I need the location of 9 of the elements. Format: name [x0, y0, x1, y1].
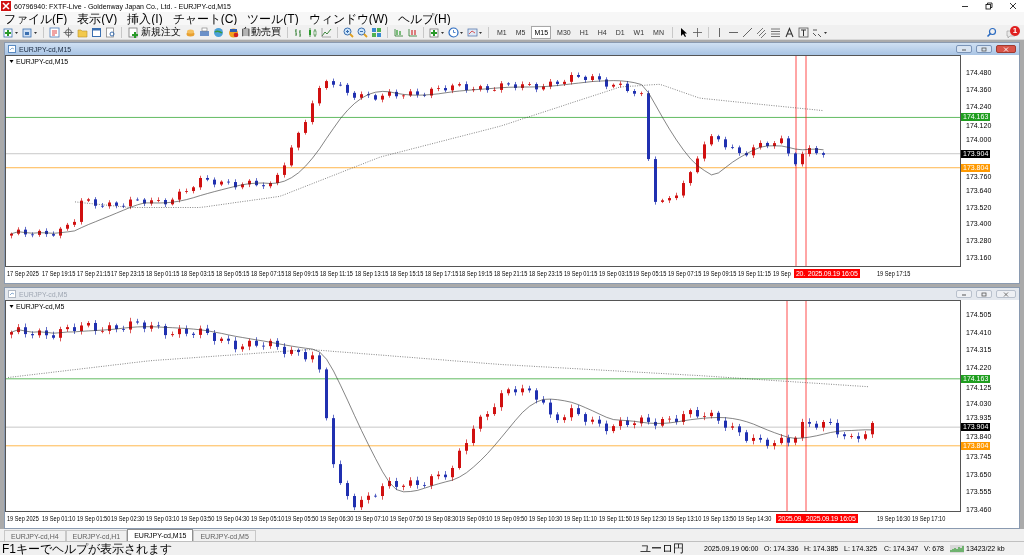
- menu-item[interactable]: ヘルプ(H): [397, 12, 452, 25]
- menu-item[interactable]: ファイル(F): [3, 12, 69, 25]
- status-help-text: F1キーでヘルプが表示されます: [1, 542, 173, 555]
- menu-item[interactable]: ウィンドウ(W): [307, 12, 389, 25]
- menu-item[interactable]: チャート(C): [171, 12, 239, 25]
- status-symbol: ユーロ円: [640, 543, 685, 554]
- menu-item[interactable]: 表示(V): [76, 12, 119, 25]
- notification-badge: 1: [1010, 25, 1020, 36]
- auto-trading-button[interactable]: 自動売買: [227, 25, 282, 39]
